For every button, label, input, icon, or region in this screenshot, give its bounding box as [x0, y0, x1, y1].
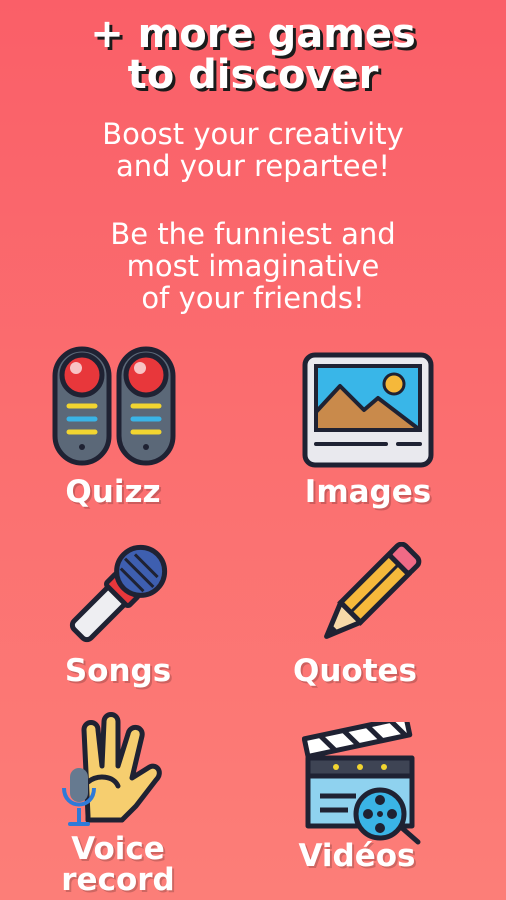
subtitle-funniest: Be the funniest and most imaginative of … — [0, 218, 506, 314]
subtitle-2-line-3: of your friends! — [141, 281, 365, 315]
headline-line-1: + more games — [90, 11, 416, 57]
game-tile-quotes — [315, 542, 423, 646]
game-tile-songs — [62, 540, 174, 648]
pencil-icon — [324, 542, 422, 639]
subtitle-2-line-1: Be the funniest and — [110, 217, 396, 251]
headline: + more games to discover — [0, 14, 506, 96]
picture-icon — [302, 352, 434, 468]
game-label-voice-record: Voice record — [48, 834, 188, 896]
game-label-images: Images — [304, 474, 432, 510]
game-label-songs: Songs — [64, 653, 172, 689]
game-label-videos: Vidéos — [298, 838, 416, 874]
subtitle-2-line-2: most imaginative — [126, 249, 380, 283]
game-label-voice-record-line-2: record — [61, 862, 175, 898]
headline-line-2: to discover — [127, 52, 379, 98]
game-label-voice-record-line-1: Voice — [71, 831, 165, 867]
game-tile-quizz — [52, 344, 176, 468]
hand-microphone-icon — [62, 712, 162, 826]
subtitle-1-line-2: and your repartee! — [115, 149, 391, 183]
game-tile-images — [302, 352, 434, 468]
subtitle-1-line-1: Boost your creativity — [102, 117, 404, 151]
subtitle-creativity: Boost your creativity and your repartee! — [0, 118, 506, 182]
clapperboard-icon — [302, 722, 421, 845]
microphone-icon — [69, 544, 168, 643]
buzzer-icon — [52, 346, 176, 466]
game-label-quizz: Quizz — [65, 474, 161, 510]
game-tile-videos — [302, 722, 422, 846]
game-label-quotes: Quotes — [292, 653, 417, 689]
game-tile-voice-record — [58, 712, 168, 834]
